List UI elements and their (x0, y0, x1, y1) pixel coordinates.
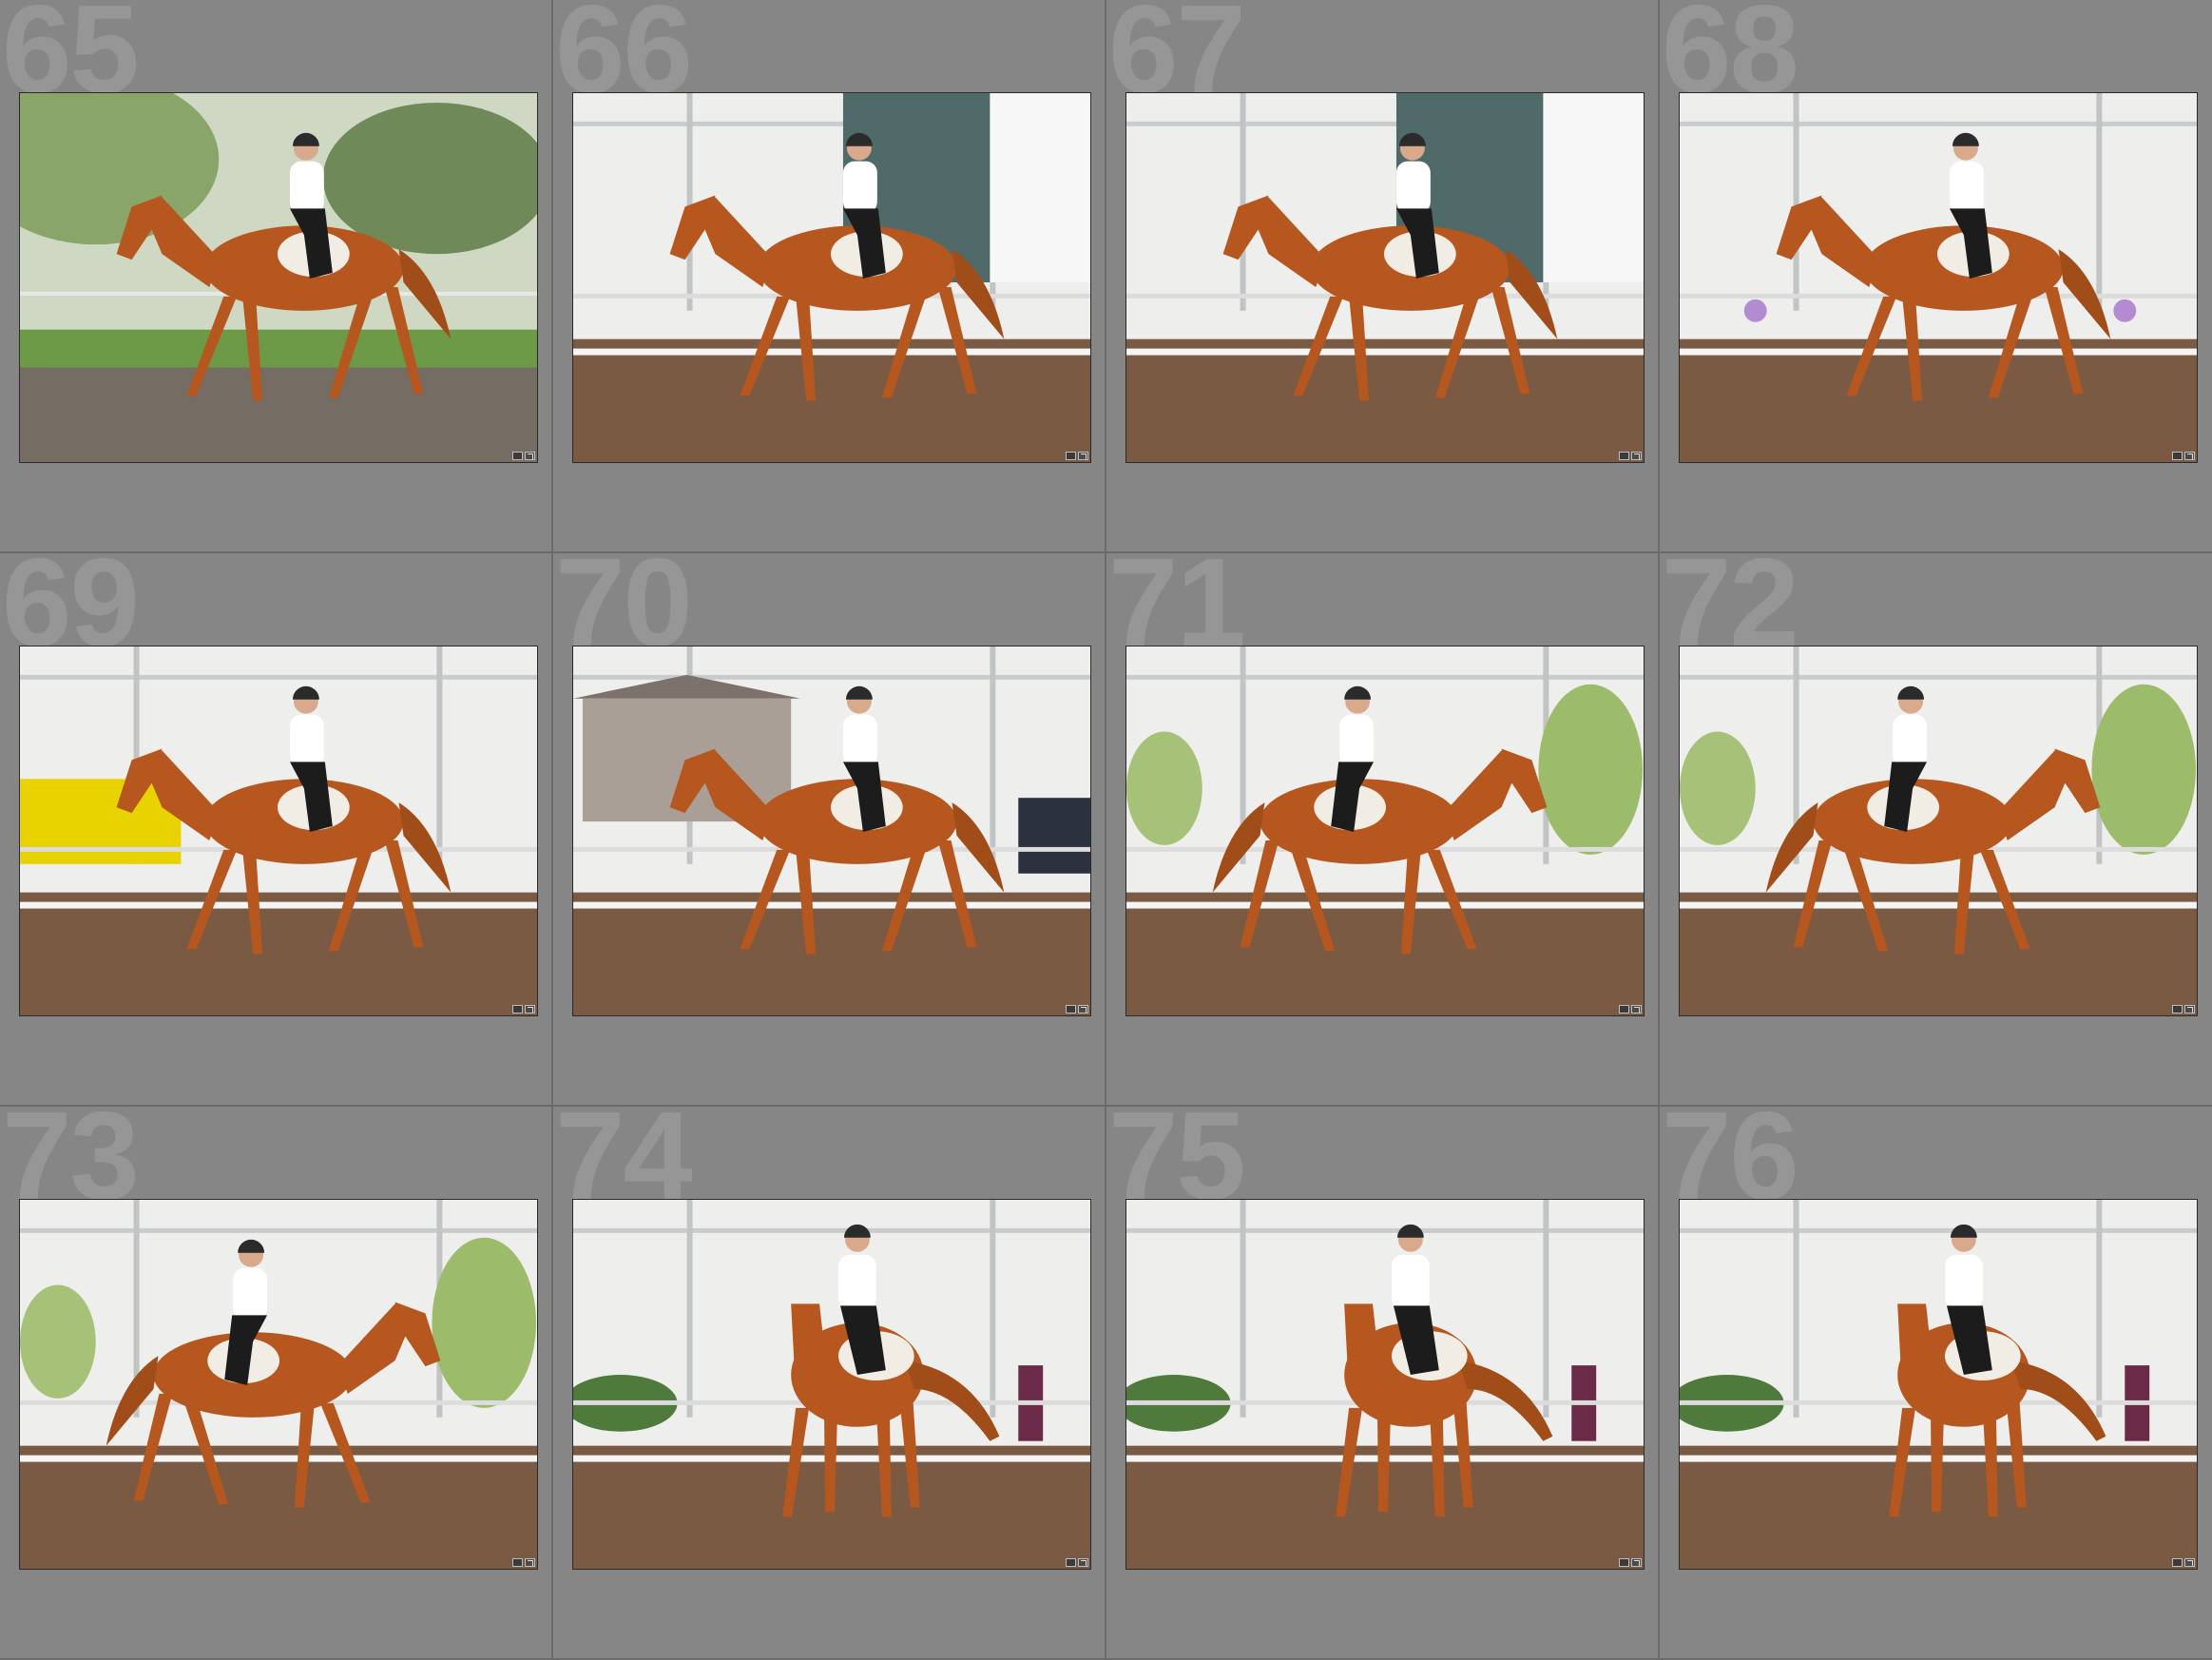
metadata-badge-icon[interactable] (512, 452, 523, 460)
photo-thumbnail[interactable] (572, 92, 1091, 463)
photo-thumbnail[interactable] (1125, 92, 1645, 463)
horse-rider-photo (1126, 93, 1644, 462)
thumbnail-badges (1619, 1558, 1642, 1567)
metadata-badge-icon[interactable] (1066, 1005, 1076, 1013)
horse-rider-photo (20, 1200, 537, 1569)
metadata-badge-icon[interactable] (2172, 1558, 2183, 1567)
photo-thumbnail[interactable] (1679, 1199, 2198, 1570)
metadata-badge-icon[interactable] (1066, 1558, 1076, 1567)
metadata-badge-icon[interactable] (1619, 1558, 1629, 1567)
grid-cell[interactable]: 72 (1660, 553, 2212, 1107)
photo-thumbnail[interactable] (1679, 646, 2198, 1016)
metadata-badge-icon[interactable] (2172, 452, 2183, 460)
thumbnail-badges (1066, 452, 1088, 460)
edit-badge-icon[interactable] (1631, 1558, 1642, 1567)
photo-thumbnail[interactable] (19, 646, 538, 1016)
grid-cell[interactable]: 68 (1660, 0, 2212, 553)
horse-rider-photo (1126, 1200, 1644, 1569)
grid-cell[interactable]: 75 (1106, 1107, 1660, 1660)
thumbnail-badges (1619, 1005, 1642, 1013)
photo-thumbnail[interactable] (572, 1199, 1091, 1570)
thumbnail-badges (1066, 1005, 1088, 1013)
thumbnail-badges (512, 1558, 535, 1567)
metadata-badge-icon[interactable] (1619, 1005, 1629, 1013)
photo-thumbnail[interactable] (1125, 1199, 1645, 1570)
metadata-badge-icon[interactable] (1066, 452, 1076, 460)
edit-badge-icon[interactable] (1631, 1005, 1642, 1013)
thumbnail-badges (512, 1005, 535, 1013)
grid-cell[interactable]: 71 (1106, 553, 1660, 1107)
edit-badge-icon[interactable] (1631, 452, 1642, 460)
grid-cell[interactable]: 66 (553, 0, 1106, 553)
horse-rider-photo (1126, 647, 1644, 1015)
grid-cell[interactable]: 67 (1106, 0, 1660, 553)
edit-badge-icon[interactable] (1078, 1558, 1088, 1567)
horse-rider-photo (573, 93, 1090, 462)
edit-badge-icon[interactable] (2184, 452, 2195, 460)
edit-badge-icon[interactable] (1078, 452, 1088, 460)
grid-cell[interactable]: 70 (553, 553, 1106, 1107)
photo-thumbnail[interactable] (1125, 646, 1645, 1016)
thumbnail-badges (2172, 452, 2195, 460)
horse-rider-photo (573, 1200, 1090, 1569)
grid-cell[interactable]: 73 (0, 1107, 553, 1660)
photo-thumbnail[interactable] (572, 646, 1091, 1016)
grid-cell[interactable]: 76 (1660, 1107, 2212, 1660)
edit-badge-icon[interactable] (525, 1558, 535, 1567)
horse-rider-photo (573, 647, 1090, 1015)
thumbnail-badges (512, 452, 535, 460)
horse-rider-photo (1680, 647, 2197, 1015)
horse-rider-photo (1680, 93, 2197, 462)
photo-thumbnail[interactable] (1679, 92, 2198, 463)
horse-rider-photo (20, 647, 537, 1015)
thumbnail-badges (1619, 452, 1642, 460)
metadata-badge-icon[interactable] (2172, 1005, 2183, 1013)
edit-badge-icon[interactable] (1078, 1005, 1088, 1013)
edit-badge-icon[interactable] (525, 452, 535, 460)
grid-cell[interactable]: 74 (553, 1107, 1106, 1660)
thumbnail-badges (2172, 1005, 2195, 1013)
edit-badge-icon[interactable] (525, 1005, 535, 1013)
photo-thumbnail[interactable] (19, 1199, 538, 1570)
thumbnail-grid: 65 66 67 68 69 70 71 72 73 74 75 76 (0, 0, 2212, 1660)
horse-rider-photo (1680, 1200, 2197, 1569)
horse-rider-photo (20, 93, 537, 462)
grid-cell[interactable]: 65 (0, 0, 553, 553)
grid-cell[interactable]: 69 (0, 553, 553, 1107)
metadata-badge-icon[interactable] (512, 1558, 523, 1567)
thumbnail-badges (2172, 1558, 2195, 1567)
photo-thumbnail[interactable] (19, 92, 538, 463)
edit-badge-icon[interactable] (2184, 1005, 2195, 1013)
metadata-badge-icon[interactable] (1619, 452, 1629, 460)
thumbnail-badges (1066, 1558, 1088, 1567)
metadata-badge-icon[interactable] (512, 1005, 523, 1013)
edit-badge-icon[interactable] (2184, 1558, 2195, 1567)
